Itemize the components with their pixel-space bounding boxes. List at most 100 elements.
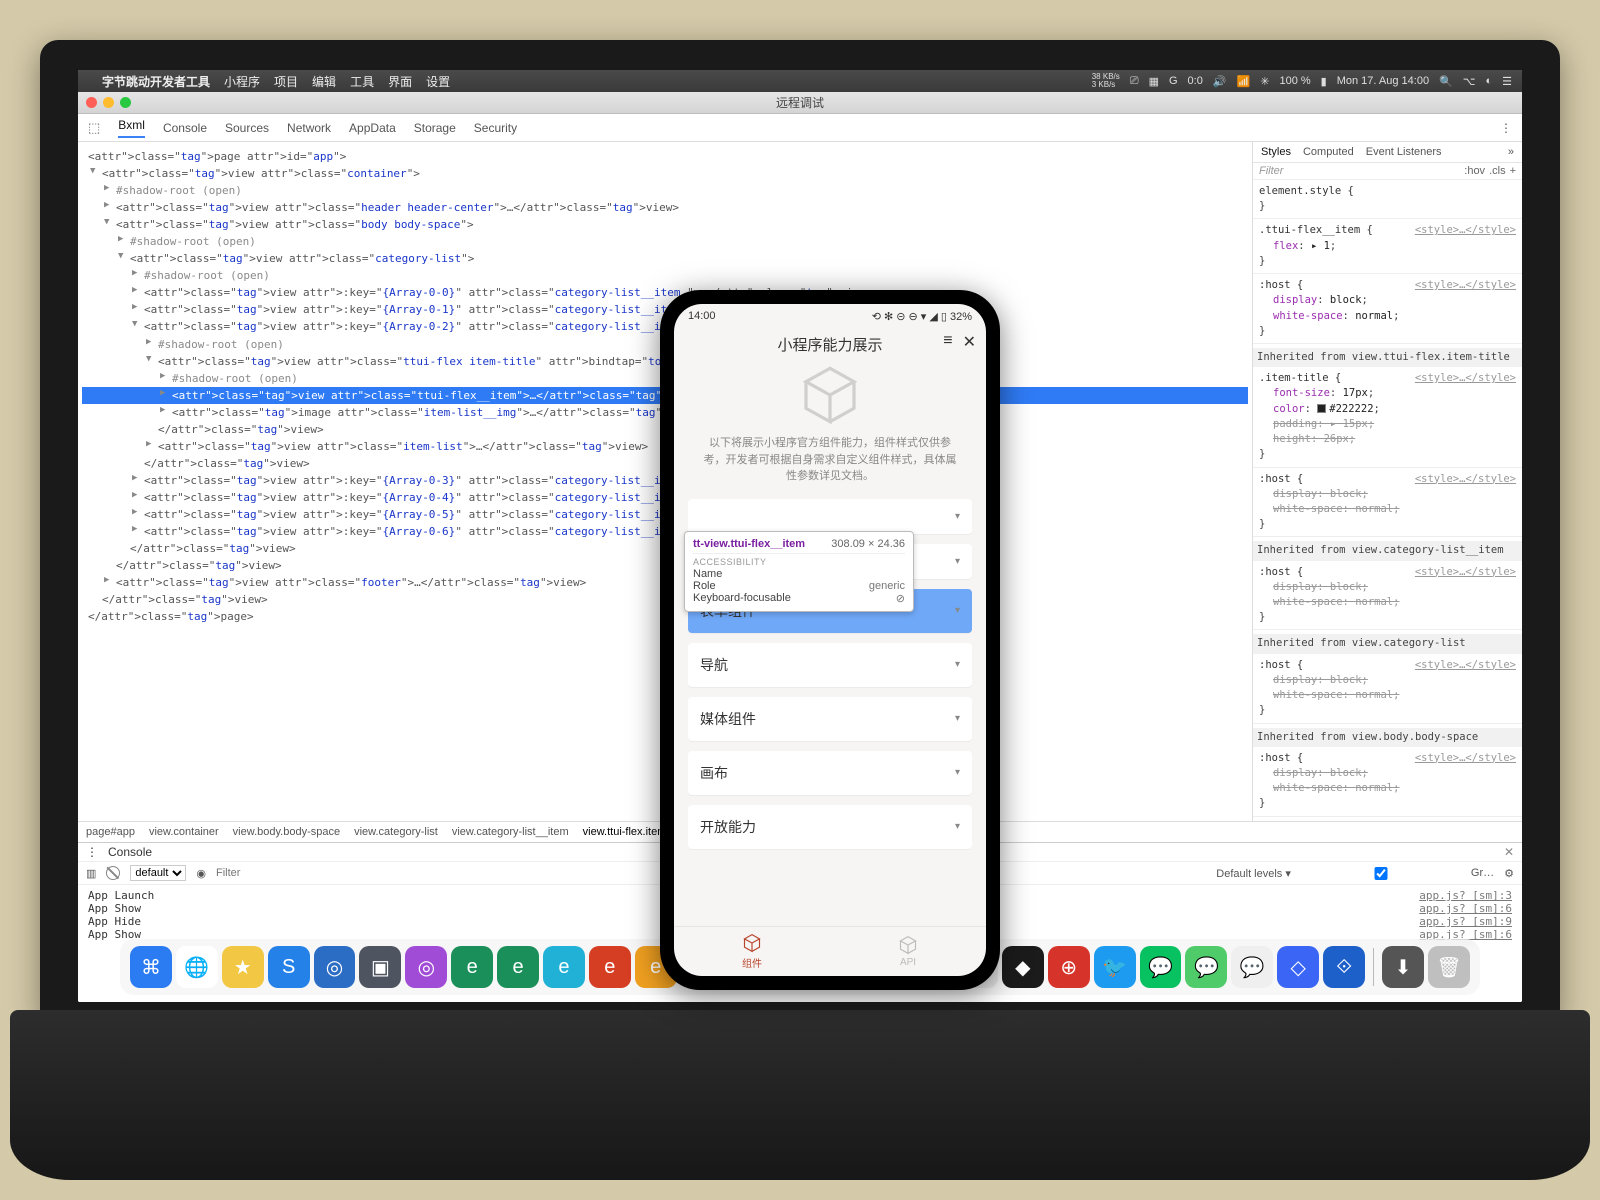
devtools-tab-security[interactable]: Security bbox=[474, 121, 517, 135]
dock-app[interactable]: e bbox=[497, 946, 539, 988]
menubar-item[interactable]: 字节跳动开发者工具 bbox=[102, 73, 210, 90]
inherited-from: Inherited from view.category-list__item bbox=[1253, 541, 1522, 560]
css-rule[interactable]: .item-title {<style>…</style>font-size: … bbox=[1259, 371, 1516, 462]
group-similar-checkbox[interactable] bbox=[1301, 867, 1461, 880]
notifications-icon[interactable]: ☰ bbox=[1502, 75, 1512, 88]
css-rule[interactable]: :host {<style>…</style>display: block;wh… bbox=[1259, 472, 1516, 533]
tree-node[interactable]: <attr">class="tag">page attr">id="app"> bbox=[82, 148, 1248, 165]
dock-app[interactable]: ⌘ bbox=[130, 946, 172, 988]
drawer-close-icon[interactable]: ✕ bbox=[1504, 845, 1514, 859]
menubar-item[interactable]: 工具 bbox=[350, 73, 374, 90]
phone-tab-组件[interactable]: 组件 bbox=[674, 927, 830, 976]
category-item[interactable]: 媒体组件▾ bbox=[688, 697, 972, 741]
macos-menubar[interactable]: 字节跳动开发者工具 小程序 项目 编辑 工具 界面 设置 38 KB/s 3 K… bbox=[78, 70, 1522, 92]
breadcrumb-item[interactable]: page#app bbox=[86, 826, 135, 838]
console-settings-icon[interactable]: ⚙ bbox=[1504, 867, 1514, 880]
css-rule[interactable]: .ttui-flex__item {<style>…</style>flex: … bbox=[1259, 223, 1516, 269]
console-tab[interactable]: Console bbox=[108, 845, 152, 859]
drawer-menu-icon[interactable]: ⋮ bbox=[86, 845, 98, 859]
tree-node[interactable]: #shadow-root (open) bbox=[82, 182, 1248, 199]
more-icon[interactable]: ⋮ bbox=[1500, 121, 1512, 135]
devtools-tab-sources[interactable]: Sources bbox=[225, 121, 269, 135]
window-control[interactable] bbox=[120, 97, 131, 108]
menubar-item[interactable]: 界面 bbox=[388, 73, 412, 90]
styles-tab[interactable]: Styles bbox=[1261, 146, 1291, 158]
spotlight-icon[interactable]: 🔍 bbox=[1439, 75, 1453, 88]
window-control[interactable] bbox=[86, 97, 97, 108]
css-rule[interactable]: :host {<style>…</style>display: block;wh… bbox=[1259, 751, 1516, 812]
category-item[interactable]: 画布▾ bbox=[688, 751, 972, 795]
devtools-tab-console[interactable]: Console bbox=[163, 121, 207, 135]
dock-app[interactable]: 🌐 bbox=[176, 946, 218, 988]
dock-app[interactable]: ⊕ bbox=[1048, 946, 1090, 988]
breadcrumb-item[interactable]: view.category-list bbox=[354, 826, 438, 838]
phone-menu-icon[interactable]: ≡ bbox=[943, 332, 952, 352]
dock-app[interactable]: ⬇ bbox=[1382, 946, 1424, 988]
dock-app[interactable]: ◆ bbox=[1002, 946, 1044, 988]
more-icon[interactable]: » bbox=[1508, 146, 1514, 158]
menubar-item[interactable]: 项目 bbox=[274, 73, 298, 90]
dock-app[interactable]: 🗑 bbox=[1428, 946, 1470, 988]
devtools-tab-storage[interactable]: Storage bbox=[414, 121, 456, 135]
dock-app[interactable]: 💬 bbox=[1140, 946, 1182, 988]
log-levels[interactable]: Default levels ▾ bbox=[1216, 867, 1291, 880]
phone-close-icon[interactable]: ✕ bbox=[963, 332, 976, 352]
sidebar-toggle-icon[interactable]: ▥ bbox=[86, 867, 96, 880]
control-center-icon[interactable]: ⌥ bbox=[1463, 75, 1476, 88]
console-filter[interactable] bbox=[216, 867, 376, 879]
filter-eye-icon[interactable]: ◉ bbox=[196, 867, 206, 880]
tree-node[interactable]: <attr">class="tag">view attr">class="hea… bbox=[82, 199, 1248, 216]
dock-app[interactable]: ▣ bbox=[359, 946, 401, 988]
styles-tab[interactable]: Computed bbox=[1303, 146, 1354, 158]
dock-app[interactable]: ◎ bbox=[314, 946, 356, 988]
phone-tab-API[interactable]: API bbox=[830, 927, 986, 976]
menubar-item[interactable]: 编辑 bbox=[312, 73, 336, 90]
clear-console-icon[interactable] bbox=[106, 866, 120, 880]
dock-app[interactable]: 🐦 bbox=[1094, 946, 1136, 988]
category-item[interactable]: 开放能力▾ bbox=[688, 805, 972, 849]
dock-app[interactable]: S bbox=[268, 946, 310, 988]
breadcrumb-item[interactable]: view.container bbox=[149, 826, 219, 838]
laptop-keyboard bbox=[10, 1010, 1590, 1180]
dock-app[interactable]: e bbox=[451, 946, 493, 988]
tree-node[interactable]: <attr">class="tag">view attr">:key="{Arr… bbox=[82, 284, 1248, 301]
category-item[interactable]: 导航▾ bbox=[688, 643, 972, 687]
css-rule[interactable]: :host {<style>…</style>display: block;wh… bbox=[1259, 278, 1516, 339]
tree-node[interactable]: #shadow-root (open) bbox=[82, 267, 1248, 284]
cls-toggle[interactable]: .cls bbox=[1489, 165, 1506, 177]
devtools-tab-appdata[interactable]: AppData bbox=[349, 121, 396, 135]
inspect-icon[interactable]: ⬚ bbox=[88, 120, 100, 136]
context-select[interactable]: default bbox=[130, 865, 186, 881]
dock-app[interactable]: ⟐ bbox=[1323, 946, 1365, 988]
dock-app[interactable]: 💬 bbox=[1231, 946, 1273, 988]
category-item[interactable]: ▾ bbox=[688, 499, 972, 534]
dock-app[interactable]: e bbox=[543, 946, 585, 988]
siri-icon[interactable]: ◐ bbox=[1485, 75, 1492, 87]
tree-node[interactable]: #shadow-root (open) bbox=[82, 233, 1248, 250]
tree-node[interactable]: <attr">class="tag">view attr">class="con… bbox=[82, 165, 1248, 182]
chevron-down-icon: ▾ bbox=[955, 713, 960, 724]
dock-app[interactable]: 💬 bbox=[1185, 946, 1227, 988]
css-rule[interactable]: :host {<style>…</style>display: block;wh… bbox=[1259, 565, 1516, 626]
devtools-tab-network[interactable]: Network bbox=[287, 121, 331, 135]
inherited-from: Inherited from view.category-list bbox=[1253, 634, 1522, 653]
tree-node[interactable]: <attr">class="tag">view attr">class="bod… bbox=[82, 216, 1248, 233]
category-item[interactable]: tt-view.ttui-flex__item308.09 × 24.36 AC… bbox=[688, 589, 972, 633]
menubar-item[interactable]: 小程序 bbox=[224, 73, 260, 90]
window-control[interactable] bbox=[103, 97, 114, 108]
menubar-item[interactable]: 设置 bbox=[426, 73, 450, 90]
breadcrumb-item[interactable]: view.body.body-space bbox=[233, 826, 340, 838]
dock-app[interactable]: ◇ bbox=[1277, 946, 1319, 988]
tree-node[interactable]: <attr">class="tag">view attr">class="cat… bbox=[82, 250, 1248, 267]
css-rule[interactable]: :host {<style>…</style>display: block;wh… bbox=[1259, 658, 1516, 719]
dock-app[interactable]: ★ bbox=[222, 946, 264, 988]
styles-tab[interactable]: Event Listeners bbox=[1366, 146, 1442, 158]
add-rule-button[interactable]: + bbox=[1510, 165, 1516, 177]
breadcrumb-item[interactable]: view.category-list__item bbox=[452, 826, 569, 838]
devtools-tab-bxml[interactable]: Bxml bbox=[118, 118, 145, 138]
css-rule[interactable]: element.style {} bbox=[1259, 184, 1516, 214]
styles-filter[interactable]: Filter bbox=[1259, 165, 1283, 177]
dock-app[interactable]: ◎ bbox=[405, 946, 447, 988]
dock-app[interactable]: e bbox=[589, 946, 631, 988]
hover-toggle[interactable]: :hov bbox=[1464, 165, 1485, 177]
